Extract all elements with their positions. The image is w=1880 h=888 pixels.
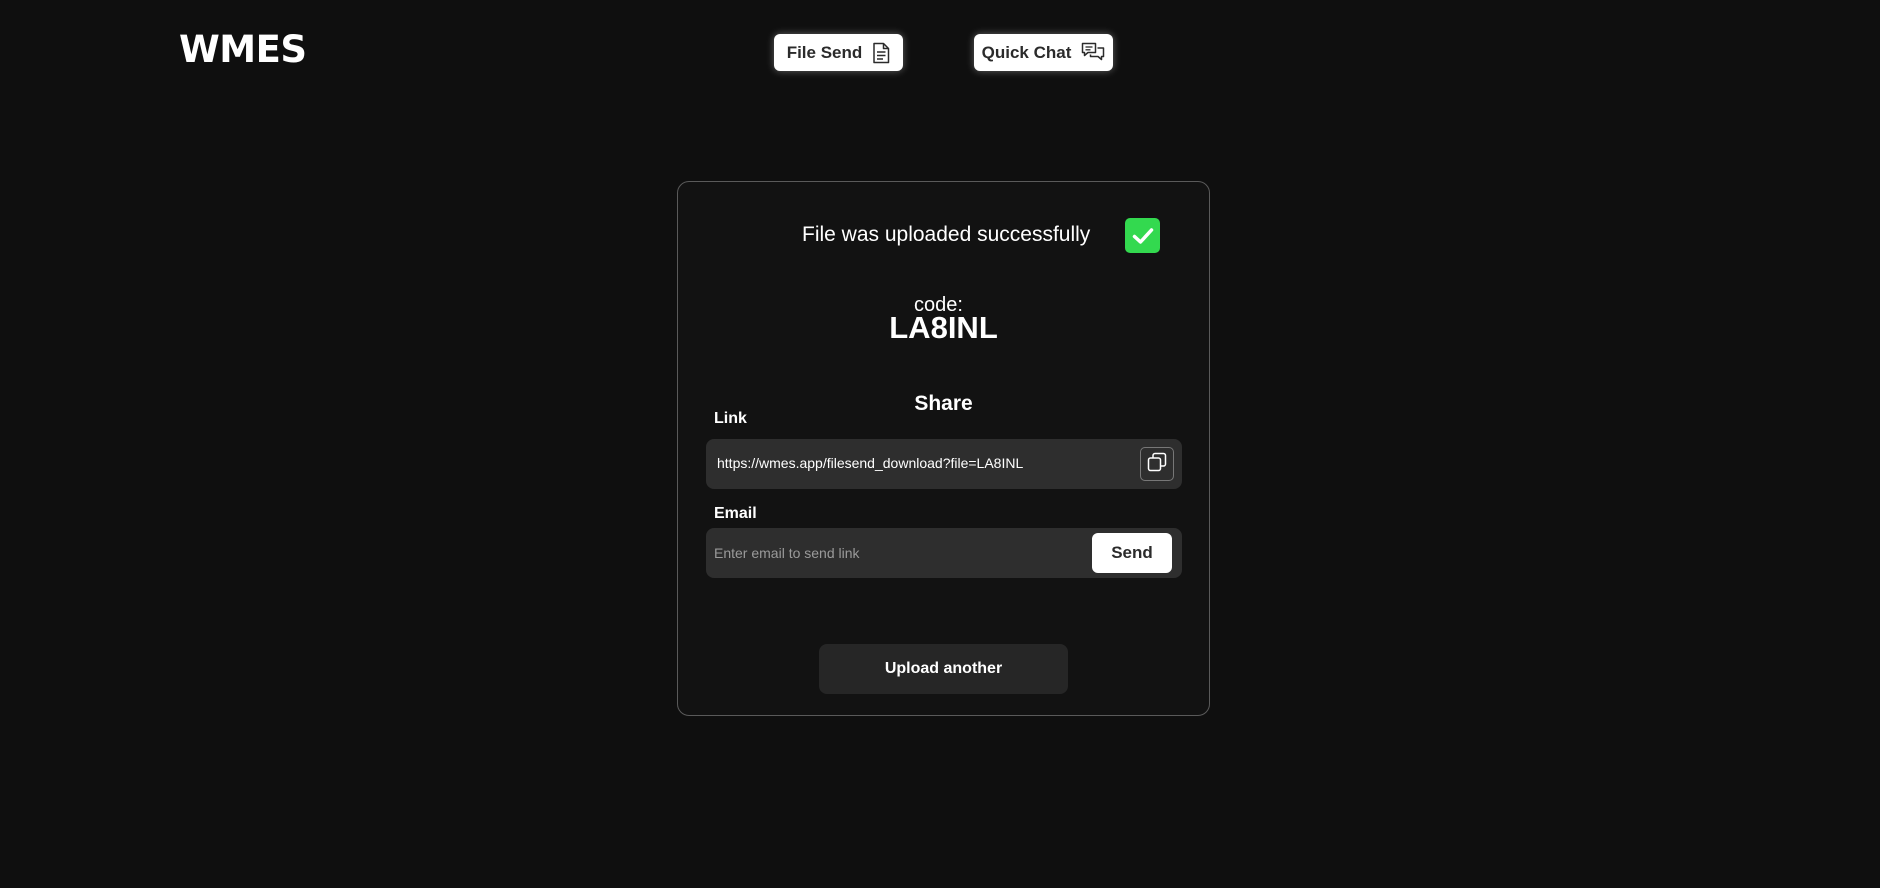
share-link-value[interactable]: https://wmes.app/filesend_download?file=… <box>717 455 1023 471</box>
link-label: Link <box>714 410 747 427</box>
file-send-label: File Send <box>786 42 863 62</box>
document-icon <box>872 42 890 64</box>
copy-icon <box>1147 452 1167 477</box>
code-value: LA8INL <box>889 310 998 345</box>
email-input[interactable] <box>714 538 1084 568</box>
page: WMES File Send Quick Chat File was uploa <box>0 0 1880 888</box>
send-email-button[interactable]: Send <box>1092 533 1172 573</box>
success-message: File was uploaded successfully <box>802 223 1091 246</box>
email-label: Email <box>714 505 757 522</box>
copy-link-button[interactable] <box>1140 447 1174 481</box>
checkmark-icon <box>1125 218 1160 253</box>
share-link-field[interactable]: https://wmes.app/filesend_download?file=… <box>706 439 1182 489</box>
file-send-button[interactable]: File Send <box>774 34 903 71</box>
chat-bubbles-icon <box>1081 42 1105 64</box>
email-field-container: Send <box>706 528 1182 578</box>
quick-chat-label: Quick Chat <box>981 42 1072 62</box>
logo[interactable]: WMES <box>179 28 307 71</box>
upload-another-button[interactable]: Upload another <box>819 644 1068 694</box>
share-title: Share <box>914 392 973 415</box>
upload-result-card: File was uploaded successfully code: LA8… <box>677 181 1210 716</box>
quick-chat-button[interactable]: Quick Chat <box>974 34 1113 71</box>
